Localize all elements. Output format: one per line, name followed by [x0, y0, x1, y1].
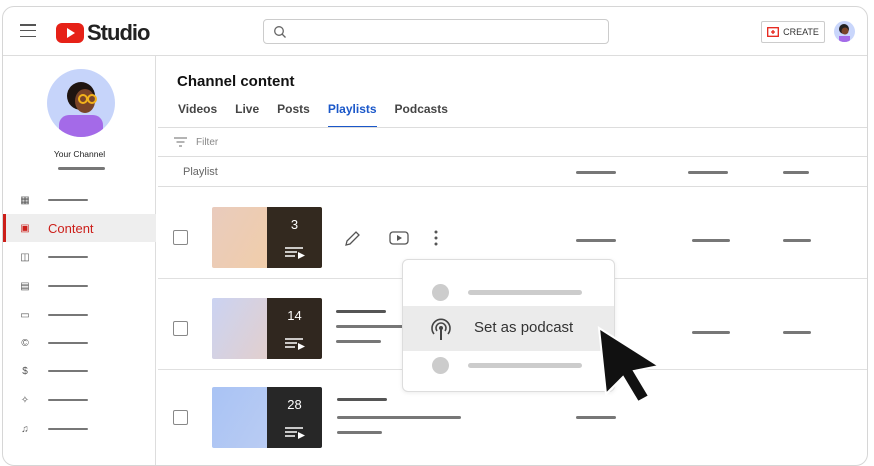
edit-pencil-icon[interactable]	[344, 229, 362, 247]
menu-item-icon	[432, 284, 449, 301]
sidebar-item-copyright[interactable]: ©	[3, 329, 156, 357]
menu-item-label: Set as podcast	[474, 319, 574, 336]
table-header: Playlist	[158, 157, 867, 187]
description-placeholder	[336, 340, 381, 343]
dashboard-icon: ▦	[20, 194, 30, 206]
sidebar-item-label: Content	[48, 220, 94, 236]
playlist-thumbnail[interactable]: 14	[212, 298, 322, 359]
search-input[interactable]	[263, 19, 609, 44]
label-placeholder	[48, 198, 88, 202]
account-avatar[interactable]	[834, 21, 855, 42]
column-placeholder	[688, 171, 728, 174]
video-count: 28	[287, 397, 302, 412]
column-playlist[interactable]: Playlist	[183, 166, 218, 178]
title-placeholder	[337, 398, 387, 401]
tab-live[interactable]: Live	[235, 102, 259, 128]
mouse-cursor-icon	[597, 326, 662, 404]
channel-name: Your Channel	[53, 149, 106, 159]
subtitles-icon: ▭	[20, 309, 30, 321]
studio-logo[interactable]: Studio	[56, 20, 150, 46]
tab-playlists[interactable]: Playlists	[327, 102, 377, 128]
comments-icon: ▤	[20, 280, 30, 292]
column-placeholder	[576, 239, 616, 242]
channel-handle-placeholder	[58, 167, 105, 170]
playlist-icon	[285, 247, 305, 259]
dollar-icon: $	[22, 365, 28, 377]
column-placeholder	[692, 331, 730, 334]
sidebar-item-audio-library[interactable]: ♫	[3, 415, 156, 443]
content-tabs: Videos Live Posts Playlists Podcasts	[178, 102, 466, 128]
filter-label: Filter	[196, 136, 219, 148]
youtube-play-icon[interactable]	[389, 231, 409, 245]
label-placeholder	[48, 255, 88, 259]
menu-icon[interactable]	[20, 24, 36, 37]
sidebar-item-analytics[interactable]: ◫	[3, 243, 156, 271]
column-placeholder	[783, 331, 811, 334]
sidebar-item-customization[interactable]: ✧	[3, 386, 156, 414]
sidebar-item-dashboard[interactable]: ▦	[3, 186, 156, 214]
column-placeholder	[692, 239, 730, 242]
playlist-thumbnail[interactable]: 3	[212, 207, 322, 268]
sidebar: Your Channel ▦ ▣ Content ◫ ▤ ▭ © $ ✧ ♫	[3, 56, 156, 465]
tab-podcasts[interactable]: Podcasts	[395, 102, 448, 128]
row-checkbox[interactable]	[173, 230, 188, 245]
tab-videos[interactable]: Videos	[178, 102, 217, 128]
column-placeholder	[576, 416, 616, 419]
description-placeholder	[337, 416, 461, 419]
label-placeholder	[48, 284, 88, 288]
row-checkbox[interactable]	[173, 410, 188, 425]
page-title: Channel content	[177, 73, 295, 90]
sidebar-item-subtitles[interactable]: ▭	[3, 301, 156, 329]
menu-item-icon	[432, 357, 449, 374]
playlist-icon	[285, 427, 305, 439]
video-add-icon	[767, 27, 780, 37]
video-count: 3	[290, 217, 299, 232]
playlist-thumbnail[interactable]: 28	[212, 387, 322, 448]
create-label: CREATE	[783, 27, 819, 37]
menu-item-placeholder	[468, 363, 582, 368]
channel-avatar[interactable]	[47, 69, 115, 137]
analytics-icon: ◫	[20, 251, 30, 263]
video-count: 14	[287, 308, 302, 323]
label-placeholder	[48, 313, 88, 317]
column-placeholder	[783, 171, 809, 174]
sidebar-item-comments[interactable]: ▤	[3, 272, 156, 300]
sidebar-item-content[interactable]: ▣ Content	[3, 214, 156, 242]
label-placeholder	[48, 427, 88, 431]
audio-library-icon: ♫	[21, 423, 29, 435]
label-placeholder	[48, 369, 88, 373]
logo-text: Studio	[87, 20, 150, 45]
column-placeholder	[576, 171, 616, 174]
menu-item[interactable]	[403, 342, 614, 387]
copyright-icon: ©	[21, 337, 29, 349]
youtube-logo-icon	[56, 23, 84, 43]
create-button[interactable]: CREATE	[761, 21, 825, 43]
row-checkbox[interactable]	[173, 321, 188, 336]
podcast-icon	[431, 318, 451, 340]
playlist-icon	[285, 338, 305, 350]
description-placeholder	[337, 431, 382, 434]
menu-item-placeholder	[468, 290, 582, 295]
sidebar-item-earn[interactable]: $	[3, 357, 156, 385]
playlist-options-menu: Set as podcast	[402, 259, 615, 392]
column-placeholder	[783, 239, 811, 242]
label-placeholder	[48, 341, 88, 345]
label-placeholder	[48, 398, 88, 402]
more-options-icon[interactable]	[433, 230, 439, 246]
search-icon	[274, 26, 286, 38]
magic-wand-icon: ✧	[20, 394, 30, 406]
tab-posts[interactable]: Posts	[277, 102, 310, 128]
studio-window: Studio CREATE Your Channel ▦ ▣ Content ◫ …	[2, 6, 868, 466]
filter-icon	[174, 137, 187, 147]
filter-bar[interactable]: Filter	[158, 127, 867, 157]
title-placeholder	[336, 310, 386, 313]
content-icon: ▣	[20, 222, 30, 234]
top-bar: Studio CREATE	[3, 7, 867, 56]
